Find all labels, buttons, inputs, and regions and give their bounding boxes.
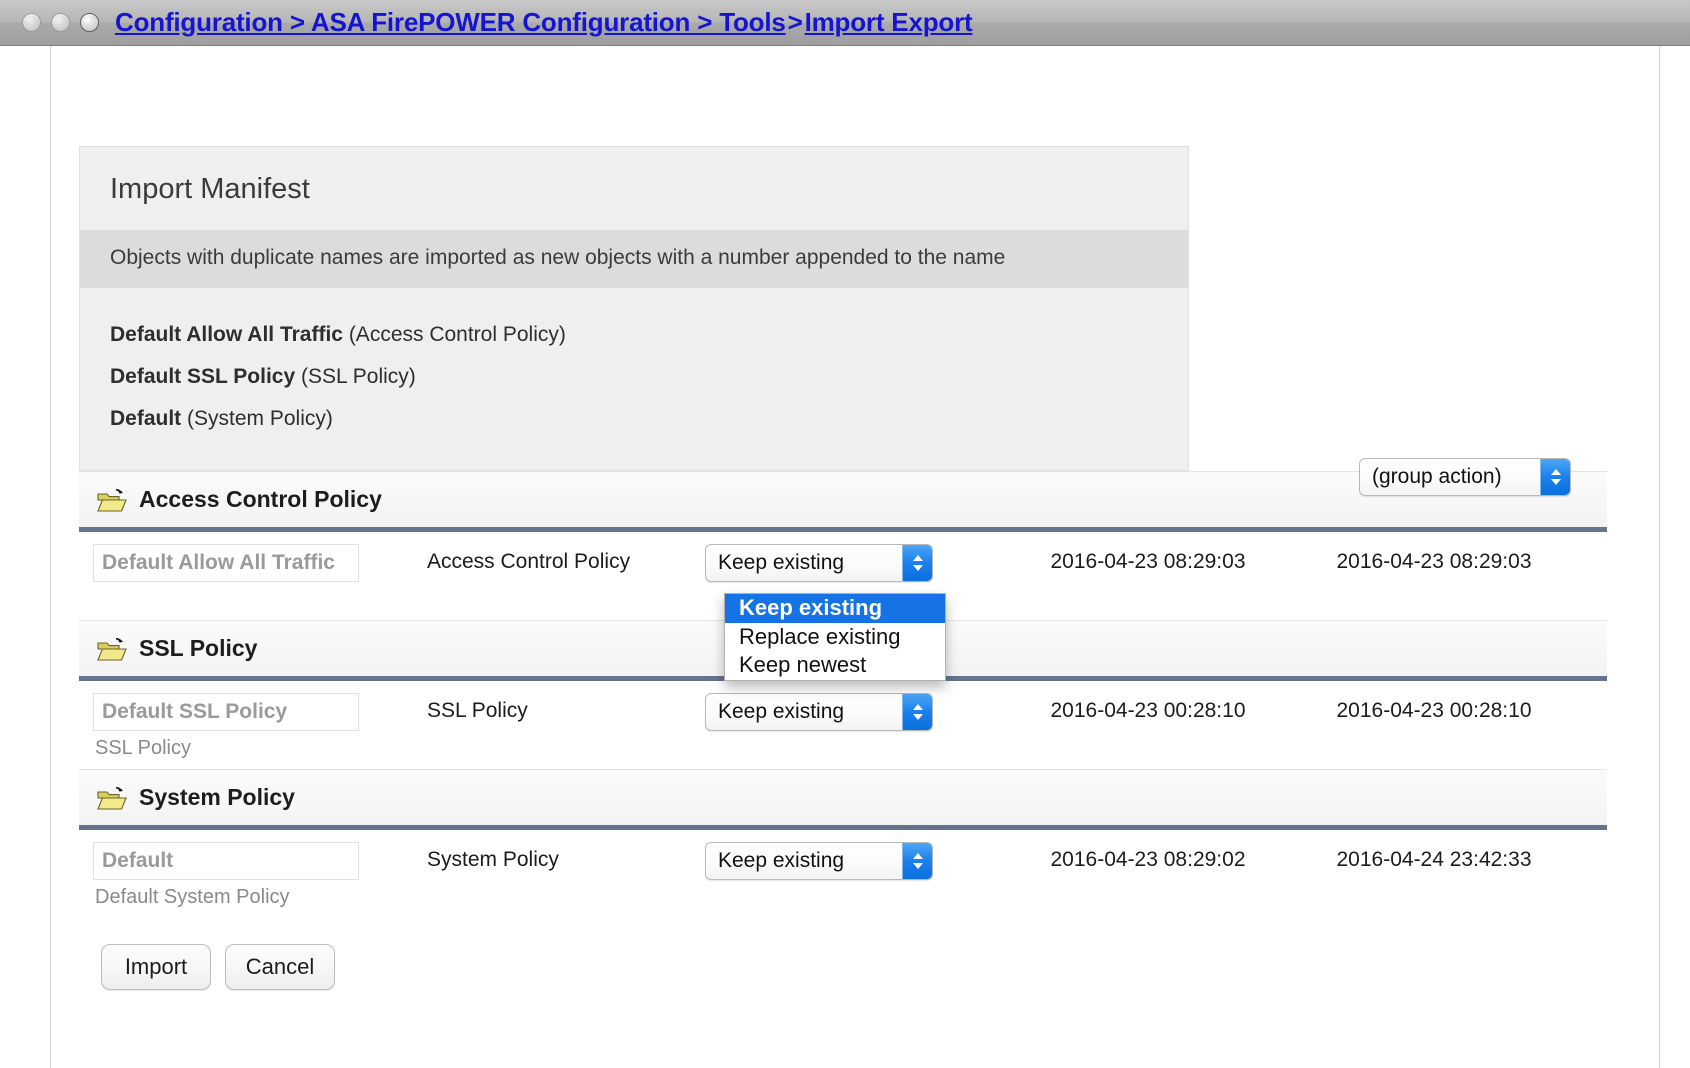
- row-date-left: 2016-04-23 08:29:02: [1050, 848, 1246, 871]
- dropdown-option-keep-existing[interactable]: Keep existing: [725, 594, 945, 623]
- group-action-select[interactable]: (group action): [1359, 458, 1571, 496]
- import-manifest-panel: Import Manifest Objects with duplicate n…: [79, 146, 1189, 471]
- page-title: Import Manifest: [110, 173, 310, 205]
- row-type-label: Access Control Policy: [427, 550, 631, 573]
- zoom-button[interactable]: [80, 13, 99, 32]
- policy-name-input[interactable]: Default Allow All Traffic: [93, 544, 359, 582]
- row-action-cell: Keep existing: [705, 693, 1005, 731]
- section-label: SSL Policy: [139, 635, 258, 661]
- import-action-select[interactable]: Keep existing: [705, 842, 933, 880]
- row-date-right: 2016-04-23 08:29:03: [1336, 550, 1532, 573]
- breadcrumb-link-tools[interactable]: Configuration > ASA FirePOWER Configurat…: [115, 7, 786, 37]
- manifest-item: Default SSL Policy (SSL Policy): [110, 356, 1158, 398]
- section-label: System Policy: [139, 784, 295, 810]
- minimize-button[interactable]: [51, 13, 70, 32]
- row-type-label: SSL Policy: [427, 699, 528, 722]
- manifest-item-name: Default SSL Policy: [110, 365, 296, 388]
- import-action-value: Keep existing: [718, 700, 845, 723]
- row-date-left: 2016-04-23 00:28:10: [1050, 699, 1246, 722]
- open-folder-icon: [97, 785, 127, 811]
- row-date-right: 2016-04-23 00:28:10: [1336, 699, 1532, 722]
- import-action-select[interactable]: Keep existing: [705, 544, 933, 582]
- row-type-label: System Policy: [427, 848, 559, 871]
- row-name-cell: Default Allow All Traffic: [79, 544, 427, 582]
- import-action-value: Keep existing: [718, 849, 845, 872]
- open-folder-icon: [97, 487, 127, 513]
- chevron-updown-icon[interactable]: [902, 545, 932, 581]
- breadcrumb-link-import-export[interactable]: Import Export: [805, 7, 973, 37]
- import-action-dropdown-popup[interactable]: Keep existing Replace existing Keep newe…: [724, 593, 946, 681]
- section-header-system-policy: System Policy: [79, 769, 1607, 825]
- page-body: Import Manifest Objects with duplicate n…: [0, 46, 1690, 1068]
- manifest-item-type: (SSL Policy): [301, 365, 416, 388]
- import-button[interactable]: Import: [101, 944, 211, 990]
- manifest-item-type: (System Policy): [187, 407, 333, 430]
- open-folder-icon: [97, 636, 127, 662]
- group-action-value: (group action): [1372, 465, 1502, 488]
- policy-name-input[interactable]: Default: [93, 842, 359, 880]
- content-frame: Import Manifest Objects with duplicate n…: [50, 46, 1660, 1068]
- table-row: Default Default System Policy System Pol…: [79, 830, 1607, 918]
- chevron-updown-icon[interactable]: [902, 843, 932, 879]
- row-action-cell: Keep existing: [705, 842, 1005, 880]
- row-action-cell: Keep existing: [705, 544, 1005, 582]
- breadcrumb: Configuration > ASA FirePOWER Configurat…: [115, 7, 973, 38]
- row-date-right: 2016-04-24 23:42:33: [1336, 848, 1532, 871]
- breadcrumb-separator: >: [787, 7, 803, 37]
- row-name-cell: Default Default System Policy: [79, 842, 427, 909]
- content-inner: Import Manifest Objects with duplicate n…: [51, 46, 1659, 990]
- close-button[interactable]: [22, 13, 41, 32]
- manifest-item: Default (System Policy): [110, 398, 1158, 440]
- form-actions: Import Cancel: [79, 918, 1659, 990]
- policy-name-subtitle: Default System Policy: [95, 886, 290, 908]
- manifest-item: Default Allow All Traffic (Access Contro…: [110, 314, 1158, 356]
- section-label: Access Control Policy: [139, 486, 382, 512]
- import-action-value: Keep existing: [718, 551, 845, 574]
- chevron-updown-icon[interactable]: [902, 694, 932, 730]
- group-action-wrapper: (group action): [1359, 458, 1571, 496]
- table-row: Default SSL Policy SSL Policy SSL Policy…: [79, 681, 1607, 769]
- manifest-item-name: Default: [110, 407, 182, 430]
- manifest-item-type: (Access Control Policy): [348, 323, 566, 346]
- import-action-select[interactable]: Keep existing: [705, 693, 933, 731]
- policy-name-input[interactable]: Default SSL Policy: [93, 693, 359, 731]
- dropdown-option-keep-newest[interactable]: Keep newest: [725, 651, 945, 680]
- manifest-item-name: Default Allow All Traffic: [110, 323, 343, 346]
- chevron-updown-icon[interactable]: [1540, 459, 1570, 495]
- manifest-item-list: Default Allow All Traffic (Access Contro…: [80, 288, 1188, 470]
- row-date-left: 2016-04-23 08:29:03: [1050, 550, 1246, 573]
- manifest-note: Objects with duplicate names are importe…: [80, 230, 1188, 288]
- row-name-cell: Default SSL Policy SSL Policy: [79, 693, 427, 760]
- cancel-button[interactable]: Cancel: [225, 944, 335, 990]
- window-titlebar: Configuration > ASA FirePOWER Configurat…: [0, 0, 1690, 46]
- window-controls: [22, 13, 99, 32]
- dropdown-option-replace-existing[interactable]: Replace existing: [725, 623, 945, 652]
- policy-name-subtitle: SSL Policy: [95, 737, 191, 759]
